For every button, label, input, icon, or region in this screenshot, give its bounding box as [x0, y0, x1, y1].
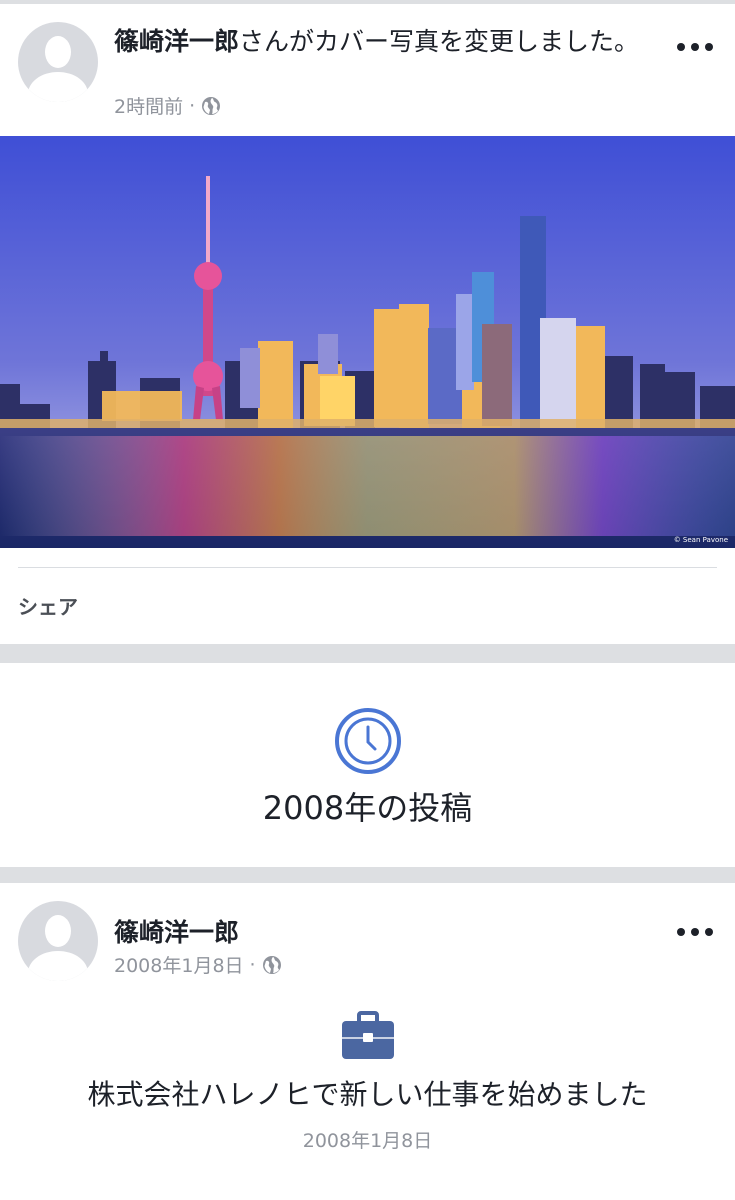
post-timestamp[interactable]: 2008年1月8日 [114, 951, 244, 978]
more-options-icon[interactable] [677, 925, 713, 939]
divider [18, 567, 717, 568]
post-meta: 2時間前 · [114, 92, 221, 119]
life-event-date: 2008年1月8日 [302, 1130, 433, 1152]
year-title: 2008年の投稿 [262, 789, 473, 827]
year-section: 2008年の投稿 [0, 663, 735, 867]
globe-icon[interactable] [262, 955, 282, 975]
author-name[interactable]: 篠崎洋一郎 [114, 913, 239, 949]
meta-separator: · [189, 94, 196, 117]
author-name[interactable]: 篠崎洋一郎 [114, 27, 239, 56]
cover-photo-post: 篠崎洋一郎さんがカバー写真を変更しました。 2時間前 · © Sean Pavo… [0, 4, 735, 644]
avatar[interactable] [18, 22, 98, 102]
clock-icon [335, 708, 401, 774]
more-options-icon[interactable] [677, 40, 713, 54]
life-event-text: 株式会社ハレノヒで新しい仕事を始めました [87, 1078, 648, 1111]
life-event-post: 篠崎洋一郎 2008年1月8日 · 株式会社ハレノヒで新しい仕事を始めました 2… [0, 883, 735, 1200]
post-headline: 篠崎洋一郎さんがカバー写真を変更しました。 [114, 25, 654, 59]
photo-credit: © Sean Pavone [674, 536, 728, 544]
post-meta: 2008年1月8日 · [114, 951, 282, 978]
post-action-text: さんがカバー写真を変更しました。 [239, 27, 640, 56]
post-timestamp[interactable]: 2時間前 [114, 92, 183, 119]
briefcase-icon [342, 1011, 394, 1059]
avatar[interactable] [18, 901, 98, 981]
globe-icon[interactable] [201, 96, 221, 116]
share-button[interactable]: シェア [18, 591, 78, 620]
meta-separator: · [249, 953, 256, 976]
cover-photo[interactable]: © Sean Pavone [0, 136, 735, 548]
